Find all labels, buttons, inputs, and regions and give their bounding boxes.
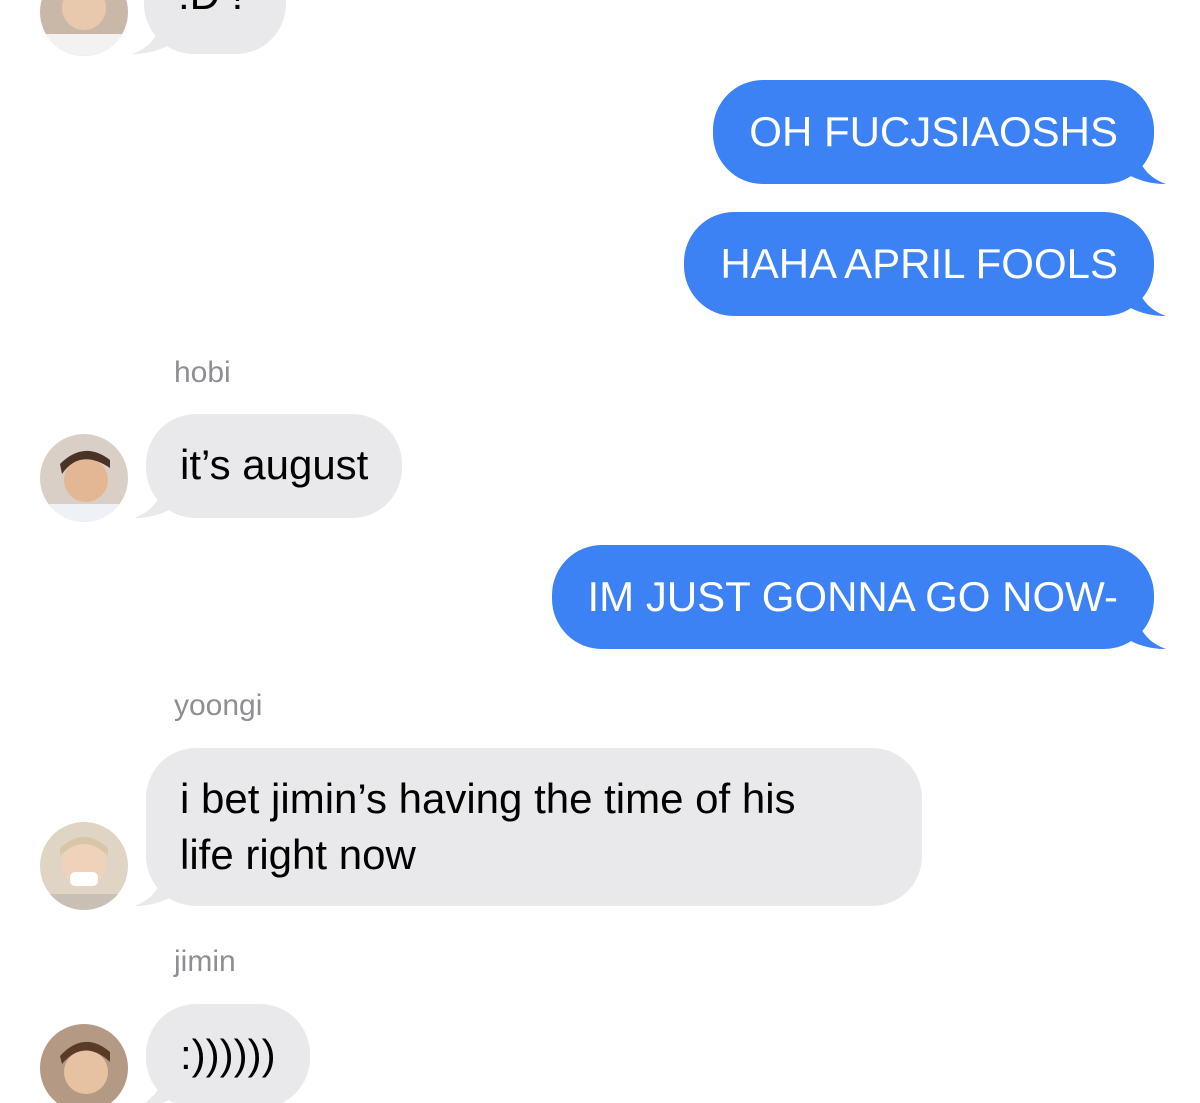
message-thread: :D ! OH FUCJSIAOSHS HAHA APRIL FOOLS hob…: [0, 0, 1200, 1103]
sender-name: jimin: [174, 945, 236, 978]
bubble-tail: [144, 1068, 176, 1103]
message-text: IM JUST GONNA GO NOW-: [587, 573, 1118, 620]
message-bubble-outgoing[interactable]: HAHA APRIL FOOLS: [684, 212, 1166, 316]
message-bubble-outgoing[interactable]: IM JUST GONNA GO NOW-: [551, 545, 1166, 649]
contact-avatar[interactable]: [40, 0, 128, 56]
contact-avatar[interactable]: [40, 822, 128, 910]
message-text: HAHA APRIL FOOLS: [720, 240, 1118, 287]
bubble-tail: [1124, 276, 1166, 316]
sender-name: hobi: [174, 356, 231, 389]
bubble-tail: [132, 14, 174, 54]
message-bubble-incoming[interactable]: :)))))): [144, 1004, 310, 1103]
message-text: it’s august: [180, 441, 369, 488]
message-text: :D !: [178, 0, 243, 18]
message-bubble-outgoing[interactable]: OH FUCJSIAOSHS: [713, 80, 1166, 184]
message-bubble-incoming[interactable]: it’s august: [134, 414, 403, 518]
message-bubble-incoming[interactable]: i bet jimin’s having the time of his lif…: [134, 748, 922, 906]
message-bubble-incoming[interactable]: :D !: [132, 0, 286, 54]
bubble-tail: [1124, 144, 1166, 184]
message-text-line: life right now: [180, 831, 416, 878]
bubble-tail: [134, 866, 176, 906]
message-text: :)))))): [180, 1031, 276, 1078]
bubble-tail: [134, 478, 176, 518]
bubble-tail: [1124, 609, 1166, 649]
sender-name: yoongi: [174, 689, 263, 722]
message-text: OH FUCJSIAOSHS: [749, 108, 1118, 155]
message-text-line: i bet jimin’s having the time of his: [180, 775, 796, 822]
contact-avatar[interactable]: [40, 434, 128, 522]
contact-avatar[interactable]: [40, 1024, 128, 1103]
